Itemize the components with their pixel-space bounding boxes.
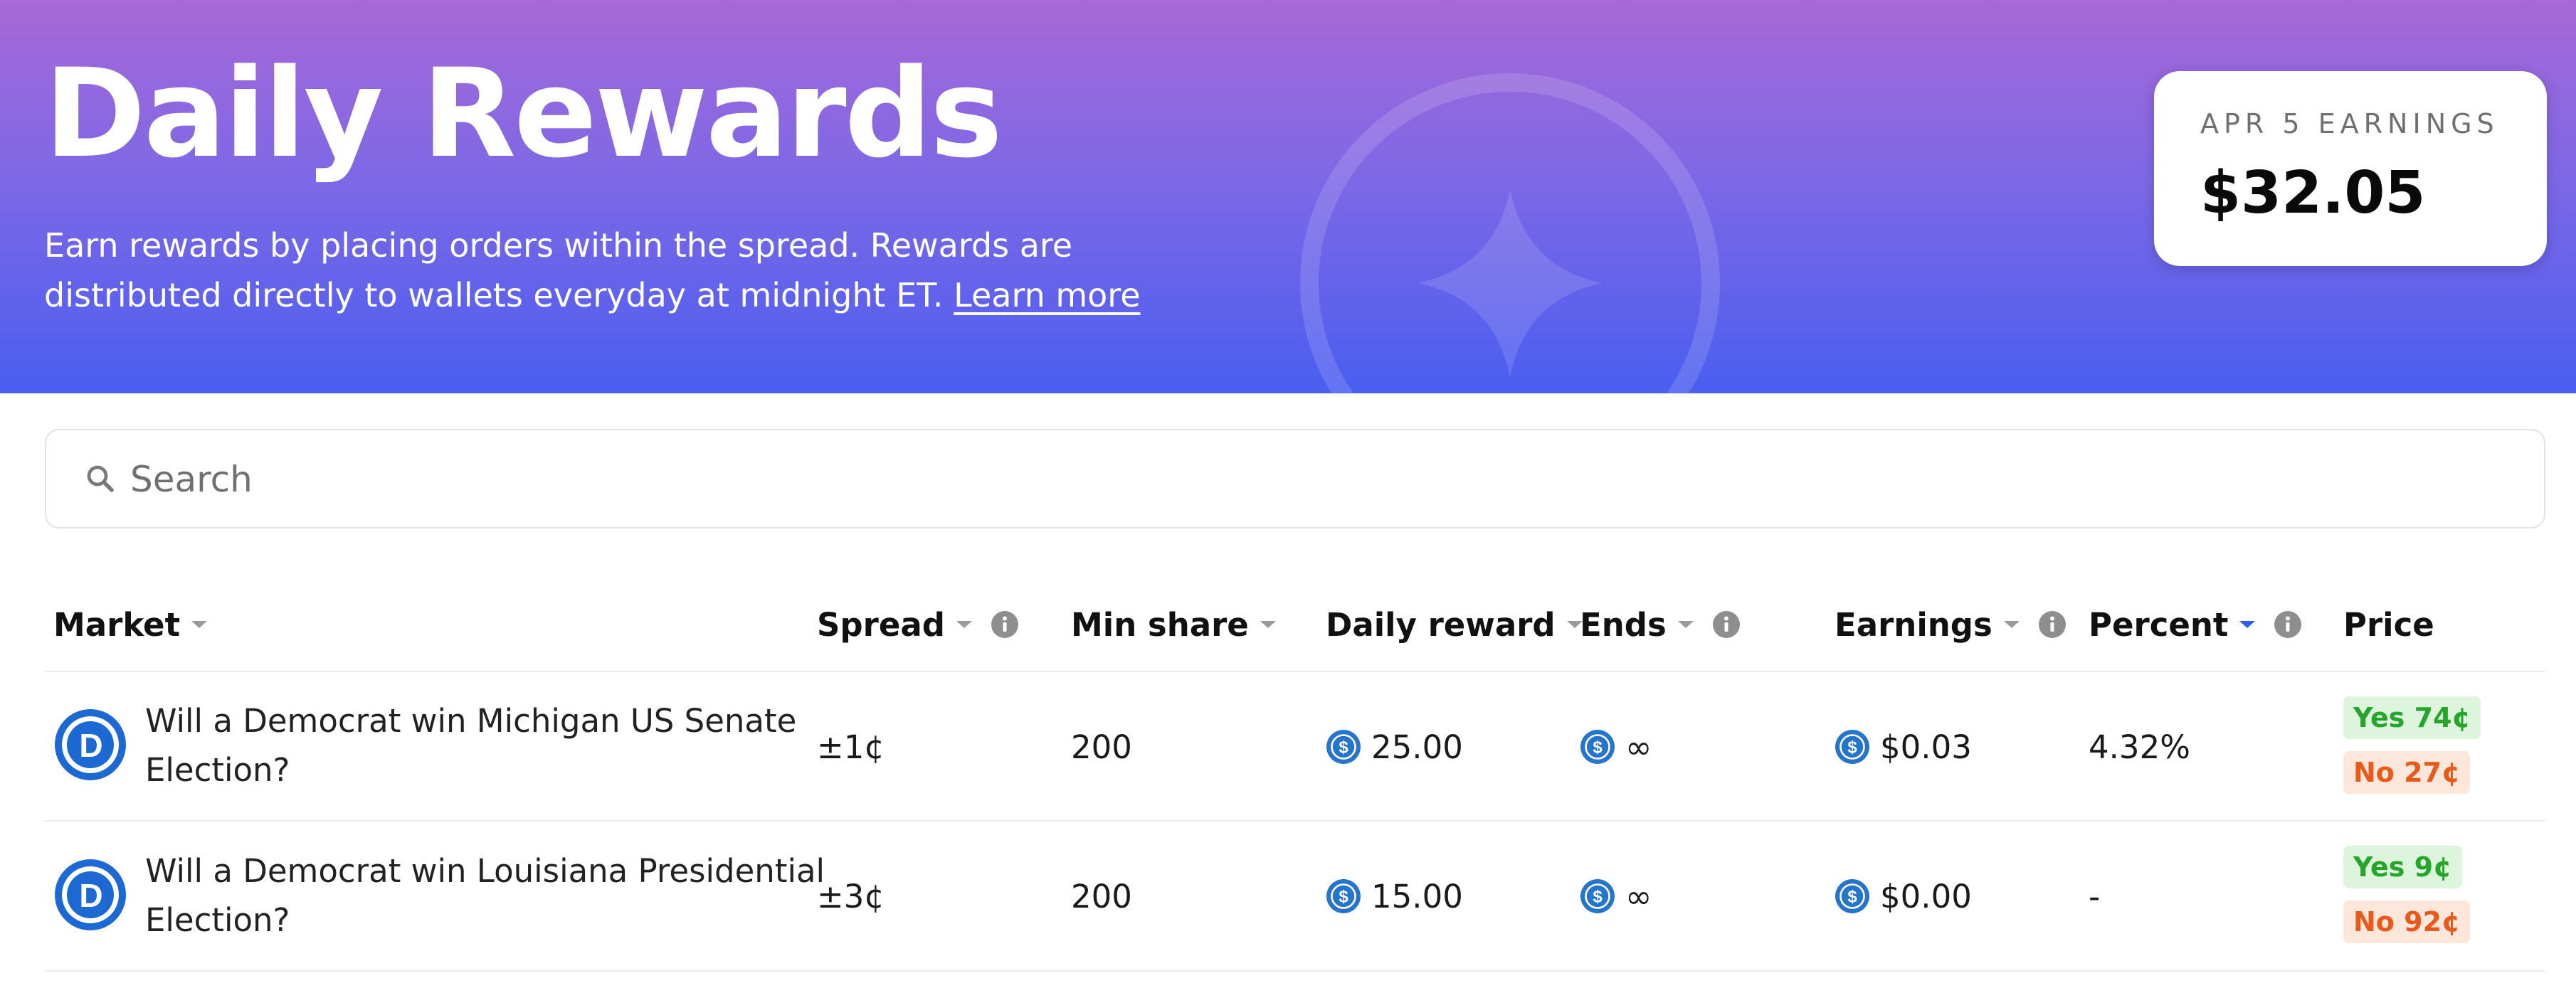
min-share-value: 200 <box>1071 877 1132 915</box>
daily-reward-value: 25.00 <box>1371 728 1463 766</box>
header-divider <box>45 671 2545 672</box>
ends-cell: $ ∞ <box>1580 875 1652 918</box>
yes-price-button[interactable]: Yes 9¢ <box>2343 846 2462 888</box>
column-header-label: Spread <box>817 605 945 644</box>
usdc-coin-icon: $ <box>1326 730 1361 764</box>
column-header-ends[interactable]: Ends <box>1580 603 1741 646</box>
row-divider <box>45 820 2545 822</box>
sort-caret-icon <box>956 621 972 628</box>
svg-text:D: D <box>79 727 102 764</box>
column-header-price: Price <box>2343 603 2434 646</box>
info-icon[interactable] <box>1712 610 1741 639</box>
earnings-value: $0.03 <box>1880 728 1972 766</box>
daily-reward-cell: $ 25.00 <box>1326 726 1463 768</box>
column-header-spread[interactable]: Spread <box>817 603 1019 646</box>
learn-more-link[interactable]: Learn more <box>954 276 1140 314</box>
column-header-label: Ends <box>1580 605 1667 644</box>
daily-reward-value: 15.00 <box>1371 877 1463 915</box>
svg-text:$: $ <box>1847 888 1857 907</box>
search-bar <box>45 429 2545 528</box>
info-icon[interactable] <box>2274 610 2302 639</box>
spread-value: ±1¢ <box>817 728 885 766</box>
info-icon[interactable] <box>991 610 1019 639</box>
sort-caret-icon <box>1260 621 1276 628</box>
no-price-button[interactable]: No 27¢ <box>2343 751 2471 794</box>
info-icon[interactable] <box>2038 610 2066 639</box>
ends-cell: $ ∞ <box>1580 726 1652 768</box>
hero-banner: Daily Rewards Earn rewards by placing or… <box>0 0 2576 393</box>
column-header-daily-reward[interactable]: Daily reward <box>1326 603 1584 646</box>
column-header-label: Percent <box>2089 605 2229 644</box>
earnings-cell: $ $0.03 <box>1835 726 1972 768</box>
earnings-cell: $ $0.00 <box>1835 875 1972 918</box>
column-header-label: Daily reward <box>1326 605 1556 644</box>
usdc-coin-icon: $ <box>1580 730 1615 764</box>
percent-value: 4.32% <box>2089 728 2190 766</box>
democrat-logo: D <box>55 859 126 930</box>
percent-value: - <box>2089 877 2101 915</box>
column-header-label: Earnings <box>1835 605 1992 644</box>
hero-description-text: Earn rewards by placing orders within th… <box>44 226 1073 314</box>
usdc-coin-icon: $ <box>1835 730 1869 764</box>
usdc-coin-icon: $ <box>1326 879 1361 913</box>
column-header-market[interactable]: Market <box>53 603 208 646</box>
svg-text:$: $ <box>1593 888 1603 907</box>
column-header-label: Min share <box>1071 605 1249 644</box>
page-title: Daily Rewards <box>44 42 1003 185</box>
yes-price-button[interactable]: Yes 74¢ <box>2343 696 2481 739</box>
column-header-label: Price <box>2343 605 2434 644</box>
usdc-coin-icon: $ <box>1580 879 1615 913</box>
sort-caret-icon <box>2003 621 2020 628</box>
earnings-label: APR 5 EARNINGS <box>2200 108 2499 139</box>
rewards-star-icon <box>1300 73 1720 393</box>
daily-reward-cell: $ 15.00 <box>1326 875 1463 918</box>
usdc-coin-icon: $ <box>1835 879 1869 913</box>
svg-text:$: $ <box>1847 738 1857 758</box>
svg-text:$: $ <box>1593 738 1603 758</box>
column-header-earnings[interactable]: Earnings <box>1835 603 2066 646</box>
earnings-value: $32.05 <box>2200 159 2426 227</box>
market-title[interactable]: Will a Democrat win Louisiana Presidenti… <box>145 846 828 945</box>
sort-caret-icon <box>191 621 208 628</box>
column-header-min-share[interactable]: Min share <box>1071 603 1277 646</box>
sort-caret-active-icon <box>2239 621 2256 628</box>
svg-text:$: $ <box>1339 888 1348 907</box>
no-price-button[interactable]: No 92¢ <box>2343 900 2471 943</box>
search-input[interactable] <box>129 445 2480 514</box>
ends-value: ∞ <box>1625 877 1652 915</box>
hero-description: Earn rewards by placing orders within th… <box>44 220 1254 320</box>
sort-caret-icon <box>1677 621 1694 628</box>
svg-text:D: D <box>79 877 102 914</box>
search-icon <box>87 465 114 492</box>
earnings-card: APR 5 EARNINGS $32.05 <box>2154 71 2547 266</box>
min-share-value: 200 <box>1071 728 1132 766</box>
svg-text:$: $ <box>1339 738 1348 758</box>
market-title[interactable]: Will a Democrat win Michigan US Senate E… <box>145 696 828 795</box>
spread-value: ±3¢ <box>817 877 885 915</box>
ends-value: ∞ <box>1625 728 1652 766</box>
earnings-value: $0.00 <box>1880 877 1972 915</box>
column-header-percent[interactable]: Percent <box>2089 603 2302 646</box>
column-header-label: Market <box>53 605 181 644</box>
democrat-logo: D <box>55 709 126 780</box>
row-divider <box>45 970 2545 972</box>
